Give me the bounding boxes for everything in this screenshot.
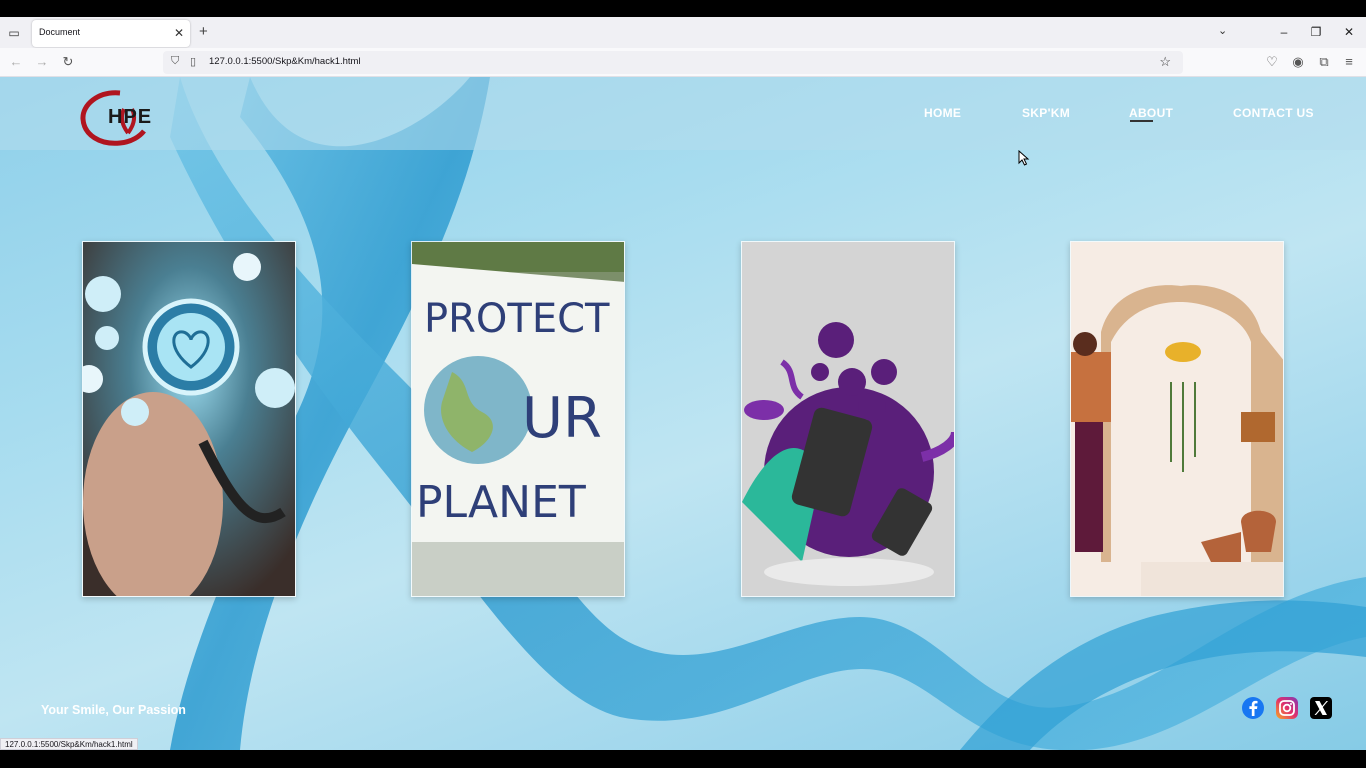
address-bar[interactable]: ⛉ ▯ 127.0.0.1:5500/Skp&Km/hack1.html ☆	[163, 51, 1183, 74]
new-tab-button[interactable]: +	[199, 23, 208, 41]
pocket-icon[interactable]: ♡	[1264, 54, 1280, 70]
planet-card-line-1: PROTECT	[424, 296, 610, 342]
page-icon[interactable]: ▯	[190, 55, 196, 68]
bottom-black-bar	[0, 750, 1366, 768]
planet-card-line-2: UR	[522, 386, 602, 451]
top-black-bar	[0, 0, 1366, 17]
back-icon[interactable]: ←	[8, 54, 24, 70]
social-card[interactable]	[741, 241, 955, 597]
url-text[interactable]: 127.0.0.1:5500/Skp&Km/hack1.html	[209, 56, 361, 67]
browser-toolbar: ← → ↻ ⛉ ▯ 127.0.0.1:5500/Skp&Km/hack1.ht…	[0, 48, 1366, 77]
screen: ▭ Document ✕ + ⌄ – ❐ ✕ ← → ↻ ⛉ ▯ 127.0.0…	[0, 0, 1366, 768]
menu-icon[interactable]: ≡	[1341, 54, 1357, 70]
chevron-down-icon[interactable]: ⌄	[1218, 24, 1227, 37]
account-icon[interactable]: ◉	[1290, 54, 1306, 70]
nav-about[interactable]: ABOUT	[1129, 106, 1173, 120]
restore-icon[interactable]: ❐	[1306, 22, 1326, 42]
extensions-icon[interactable]: ⧉	[1316, 54, 1332, 70]
reload-icon[interactable]: ↻	[60, 54, 76, 70]
planet-card[interactable]: PROTECT UR PLANET	[411, 241, 625, 597]
close-icon[interactable]: ✕	[1339, 22, 1359, 42]
instagram-icon[interactable]	[1276, 697, 1298, 719]
social-media-image	[742, 242, 954, 596]
tab-title: Document	[39, 27, 81, 37]
plants-image	[1071, 242, 1283, 596]
health-image	[83, 242, 295, 596]
minimize-icon[interactable]: –	[1274, 22, 1294, 42]
health-card[interactable]	[82, 241, 296, 597]
facebook-icon[interactable]	[1242, 697, 1264, 719]
x-glyph	[1314, 701, 1328, 715]
plants-card[interactable]	[1070, 241, 1284, 597]
logo-text: HPE	[108, 106, 153, 128]
site-header: HPE HOME SKP'KM ABOUT CONTACT US	[0, 77, 1366, 150]
facebook-glyph	[1249, 700, 1258, 716]
mouse-cursor-icon	[1018, 149, 1030, 171]
planet-image: PROTECT UR PLANET	[412, 242, 624, 596]
active-nav-underline	[1130, 120, 1153, 122]
nav-contact-us[interactable]: CONTACT US	[1233, 106, 1314, 120]
tab-close-icon[interactable]: ✕	[174, 25, 184, 41]
web-page: HPE HOME SKP'KM ABOUT CONTACT US PROTECT…	[0, 77, 1366, 750]
shield-icon[interactable]: ⛉	[171, 55, 179, 68]
tab-strip: ▭ Document ✕ + ⌄ – ❐ ✕	[0, 17, 1366, 48]
instagram-glyph	[1279, 700, 1295, 716]
status-bar-url: 127.0.0.1:5500/Skp&Km/hack1.html	[0, 738, 138, 750]
forward-icon[interactable]: →	[34, 54, 50, 70]
x-icon[interactable]	[1310, 697, 1332, 719]
tab-document[interactable]: Document ✕	[32, 20, 190, 47]
tab-list-icon[interactable]: ▭	[6, 25, 22, 41]
star-icon[interactable]: ☆	[1159, 54, 1171, 70]
tagline: Your Smile, Our Passion	[41, 703, 186, 717]
planet-card-line-3: PLANET	[416, 477, 586, 528]
hope-logo[interactable]: HPE	[80, 89, 180, 147]
nav-home[interactable]: HOME	[924, 106, 961, 120]
nav-skpkm[interactable]: SKP'KM	[1022, 106, 1070, 120]
